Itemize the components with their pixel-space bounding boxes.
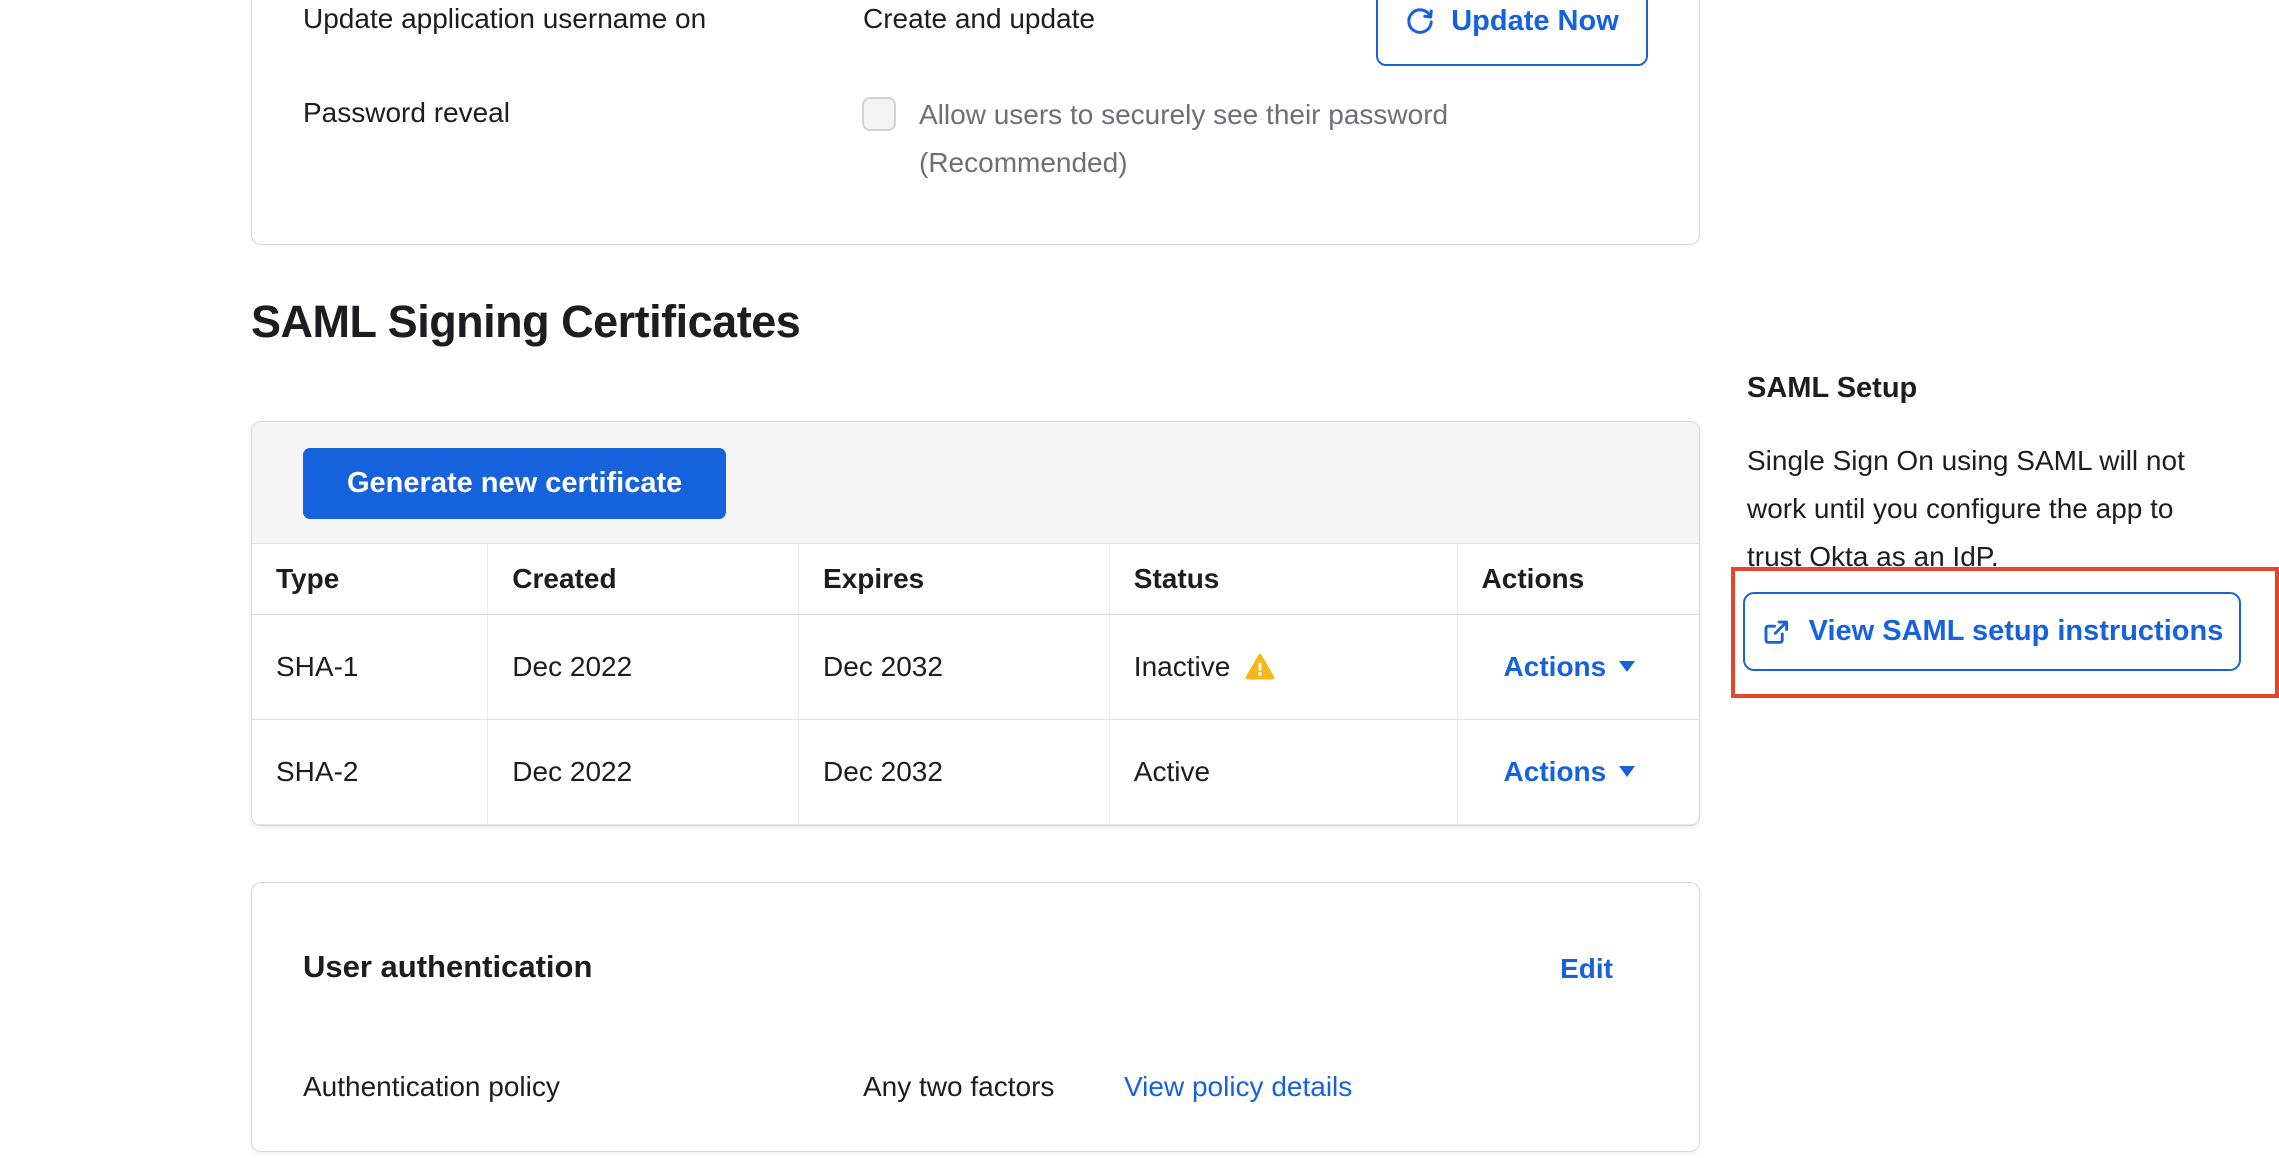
column-header-status: Status: [1109, 544, 1457, 614]
saml-setup-description-line: Single Sign On using SAML will not: [1747, 437, 2247, 485]
password-reveal-description-2: (Recommended): [919, 147, 1128, 179]
actions-dropdown[interactable]: Actions: [1482, 756, 1636, 788]
actions-dropdown[interactable]: Actions: [1482, 651, 1636, 683]
certificates-toolbar: Generate new certificate: [252, 422, 1699, 544]
password-reveal-checkbox[interactable]: [862, 97, 896, 131]
refresh-icon: [1405, 7, 1435, 37]
saml-setup-description-line: work until you configure the app to: [1747, 485, 2247, 533]
password-reveal-label: Password reveal: [303, 97, 510, 129]
external-link-icon: [1761, 617, 1791, 647]
status-text: Inactive: [1134, 651, 1231, 683]
view-policy-details-link[interactable]: View policy details: [1124, 1071, 1352, 1103]
actions-label: Actions: [1504, 651, 1607, 683]
authentication-policy-value: Any two factors: [863, 1071, 1054, 1103]
cell-status: Inactive: [1109, 614, 1457, 719]
authentication-policy-label: Authentication policy: [303, 1071, 560, 1103]
caret-down-icon: [1619, 766, 1635, 777]
app-settings-card: Update application username on Create an…: [251, 0, 1700, 245]
column-header-actions: Actions: [1457, 544, 1699, 614]
cell-type: SHA-2: [252, 719, 488, 824]
generate-certificate-button[interactable]: Generate new certificate: [303, 448, 726, 519]
status-text: Active: [1134, 756, 1210, 788]
column-header-type: Type: [252, 544, 488, 614]
view-saml-setup-instructions-label: View SAML setup instructions: [1809, 615, 2224, 648]
update-username-label: Update application username on: [303, 3, 706, 35]
table-header-row: Type Created Expires Status Actions: [252, 544, 1699, 614]
certificates-table: Type Created Expires Status Actions SHA-…: [252, 544, 1699, 825]
cell-status: Active: [1109, 719, 1457, 824]
table-row-sha1: SHA-1 Dec 2022 Dec 2032 Inactive: [252, 614, 1699, 719]
user-authentication-card: User authentication Edit Authentication …: [251, 882, 1700, 1152]
column-header-created: Created: [488, 544, 799, 614]
cell-created: Dec 2022: [488, 614, 799, 719]
cell-type: SHA-1: [252, 614, 488, 719]
saml-certificates-heading: SAML Signing Certificates: [251, 296, 800, 348]
edit-link[interactable]: Edit: [1560, 953, 1613, 985]
caret-down-icon: [1619, 661, 1635, 672]
saml-setup-panel: SAML Setup Single Sign On using SAML wil…: [1747, 372, 2247, 581]
update-username-value: Create and update: [863, 3, 1095, 35]
saml-setup-description-line: trust Okta as an IdP.: [1747, 533, 2247, 581]
cell-created: Dec 2022: [488, 719, 799, 824]
cell-expires: Dec 2032: [799, 719, 1110, 824]
warning-icon: [1245, 653, 1275, 681]
table-row-sha2: SHA-2 Dec 2022 Dec 2032 Active Actions: [252, 719, 1699, 824]
cell-actions: Actions: [1457, 719, 1699, 824]
saml-setup-title: SAML Setup: [1747, 372, 2247, 405]
view-saml-setup-instructions-button[interactable]: View SAML setup instructions: [1743, 592, 2241, 671]
user-authentication-title: User authentication: [303, 949, 592, 985]
cell-expires: Dec 2032: [799, 614, 1110, 719]
update-now-label: Update Now: [1451, 5, 1619, 38]
column-header-expires: Expires: [799, 544, 1110, 614]
saml-setup-description: Single Sign On using SAML will not work …: [1747, 437, 2247, 581]
cell-actions: Actions: [1457, 614, 1699, 719]
update-now-button[interactable]: Update Now: [1376, 0, 1648, 66]
actions-label: Actions: [1504, 756, 1607, 788]
password-reveal-description: Allow users to securely see their passwo…: [919, 99, 1448, 131]
page: Update application username on Create an…: [0, 0, 2279, 1158]
saml-certificates-card: Generate new certificate Type Created Ex…: [251, 421, 1700, 826]
